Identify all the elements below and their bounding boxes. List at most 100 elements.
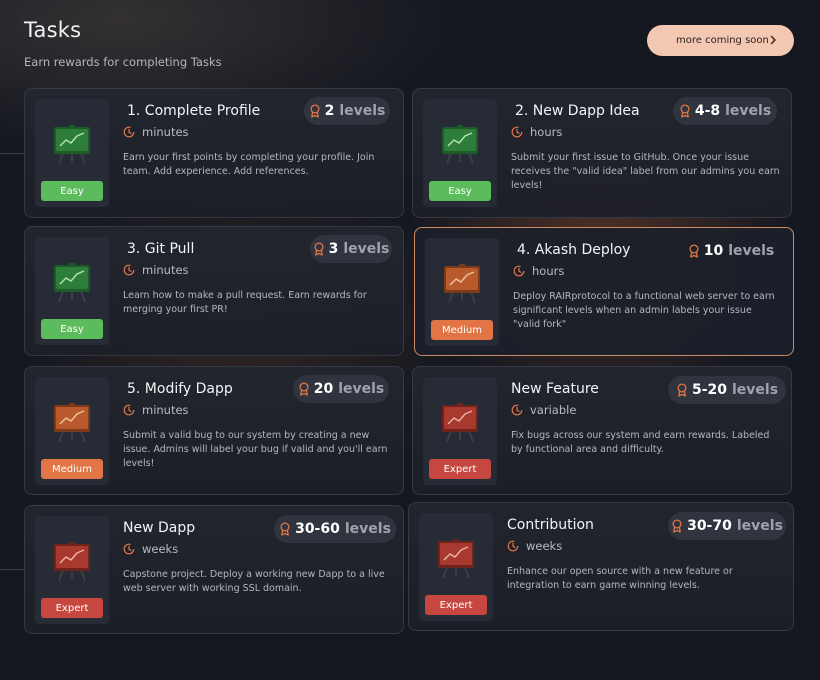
difficulty-badge: Easy	[41, 181, 103, 201]
task-description: Learn how to make a pull request. Earn r…	[123, 290, 367, 315]
clock-icon	[123, 543, 135, 555]
task-description: Fix bugs across our system and earn rewa…	[511, 430, 770, 455]
levels-value: 4-8	[694, 103, 721, 119]
levels-badge: 2 levels	[304, 97, 390, 125]
task-duration: hours	[513, 264, 564, 278]
difficulty-badge: Expert	[41, 598, 103, 618]
levels-value: 10	[703, 243, 724, 259]
levels-value: 30-70	[687, 518, 732, 534]
levels-value: 2	[324, 103, 335, 119]
task-duration-label: hours	[532, 264, 565, 278]
award-ribbon-icon	[677, 383, 687, 397]
award-ribbon-icon	[314, 242, 324, 256]
levels-badge: 10 levels	[685, 237, 777, 265]
more-coming-soon-label: more coming soon	[676, 35, 769, 46]
task-title: Contribution	[507, 517, 594, 533]
award-ribbon-icon	[299, 382, 309, 396]
task-card-modify-dapp[interactable]: Medium 5. Modify Dapp minutes Submit a v…	[24, 366, 404, 495]
task-duration-label: weeks	[526, 539, 563, 553]
page-subtitle: Earn rewards for completing Tasks	[24, 55, 222, 69]
task-thumbnail: Expert	[423, 377, 497, 485]
task-description: Deploy RAIRprotocol to a functional web …	[513, 291, 775, 330]
connector-line-top	[0, 153, 24, 154]
more-coming-soon-button[interactable]: more coming soon	[647, 25, 794, 56]
difficulty-badge: Medium	[431, 320, 493, 340]
task-title: 5. Modify Dapp	[127, 381, 233, 397]
task-title: 3. Git Pull	[127, 241, 195, 257]
red-chart-board-icon	[54, 542, 90, 582]
clock-icon	[511, 404, 523, 416]
levels-label: levels	[728, 243, 775, 259]
levels-label: levels	[338, 381, 385, 397]
red-chart-board-icon	[442, 403, 478, 443]
levels-label: levels	[725, 103, 772, 119]
task-title: New Dapp	[123, 520, 196, 536]
levels-badge: 5-20 levels	[668, 376, 786, 404]
levels-value: 5-20	[691, 382, 727, 398]
task-title: 2. New Dapp Idea	[515, 103, 640, 119]
levels-label: levels	[339, 103, 386, 119]
levels-badge: 3 levels	[310, 235, 392, 263]
task-thumbnail: Expert	[35, 516, 109, 624]
task-description: Earn your first points by completing you…	[123, 152, 375, 177]
task-card-contribution[interactable]: Expert Contribution weeks Enhance our op…	[408, 502, 794, 631]
clock-icon	[507, 540, 519, 552]
green-chart-board-icon	[54, 125, 90, 165]
award-ribbon-icon	[689, 244, 699, 258]
task-thumbnail: Easy	[35, 237, 109, 345]
task-duration: variable	[511, 403, 576, 417]
red-chart-board-icon	[438, 539, 474, 579]
levels-value: 20	[313, 381, 334, 397]
clock-icon	[123, 126, 135, 138]
levels-label: levels	[344, 521, 391, 537]
task-duration-label: hours	[530, 125, 563, 139]
task-duration-label: weeks	[142, 542, 179, 556]
award-ribbon-icon	[680, 104, 690, 118]
tasks-page: Tasks Earn rewards for completing Tasks …	[0, 0, 820, 680]
award-ribbon-icon	[280, 522, 290, 536]
clock-icon	[123, 404, 135, 416]
levels-label: levels	[732, 382, 779, 398]
task-duration: minutes	[123, 403, 189, 417]
task-description: Enhance our open source with a new featu…	[507, 566, 733, 591]
task-duration-label: minutes	[142, 263, 189, 277]
task-description: Submit your first issue to GitHub. Once …	[511, 152, 780, 191]
task-card-akash-deploy[interactable]: Medium 4. Akash Deploy hours Deploy RAIR…	[414, 227, 794, 356]
task-thumbnail: Medium	[425, 238, 499, 346]
levels-value: 3	[328, 241, 339, 257]
task-duration: minutes	[123, 263, 189, 277]
orange-chart-board-icon	[54, 403, 90, 443]
task-title: 4. Akash Deploy	[517, 242, 631, 258]
levels-value: 30-60	[295, 521, 340, 537]
task-description: Submit a valid bug to our system by crea…	[123, 430, 388, 469]
levels-label: levels	[343, 241, 390, 257]
difficulty-badge: Expert	[429, 459, 491, 479]
clock-icon	[513, 265, 525, 277]
task-description: Capstone project. Deploy a working new D…	[123, 569, 385, 594]
levels-badge: 30-60 levels	[274, 515, 396, 543]
difficulty-badge: Easy	[41, 319, 103, 339]
task-card-new-feature[interactable]: Expert New Feature variable Fix bugs acr…	[412, 366, 792, 495]
levels-badge: 30-70 levels	[668, 512, 786, 540]
task-duration: weeks	[507, 539, 562, 553]
task-card-git-pull[interactable]: Easy 3. Git Pull minutes Learn how to ma…	[24, 226, 404, 356]
chevron-right-icon	[770, 35, 776, 45]
task-card-new-dapp[interactable]: Expert New Dapp weeks Capstone project. …	[24, 505, 404, 634]
clock-icon	[511, 126, 523, 138]
page-title: Tasks	[24, 18, 82, 42]
green-chart-board-icon	[54, 263, 90, 303]
difficulty-badge: Expert	[425, 595, 487, 615]
task-thumbnail: Easy	[423, 99, 497, 207]
task-thumbnail: Easy	[35, 99, 109, 207]
task-duration: hours	[511, 125, 562, 139]
difficulty-badge: Medium	[41, 459, 103, 479]
task-title: New Feature	[511, 381, 599, 397]
award-ribbon-icon	[672, 519, 682, 533]
clock-icon	[123, 264, 135, 276]
task-card-complete-profile[interactable]: Easy 1. Complete Profile minutes Earn yo…	[24, 88, 404, 218]
orange-chart-board-icon	[444, 264, 480, 304]
task-card-new-dapp-idea[interactable]: Easy 2. New Dapp Idea hours Submit your …	[412, 88, 792, 218]
task-thumbnail: Medium	[35, 377, 109, 485]
task-duration-label: minutes	[142, 125, 189, 139]
task-duration-label: minutes	[142, 403, 189, 417]
